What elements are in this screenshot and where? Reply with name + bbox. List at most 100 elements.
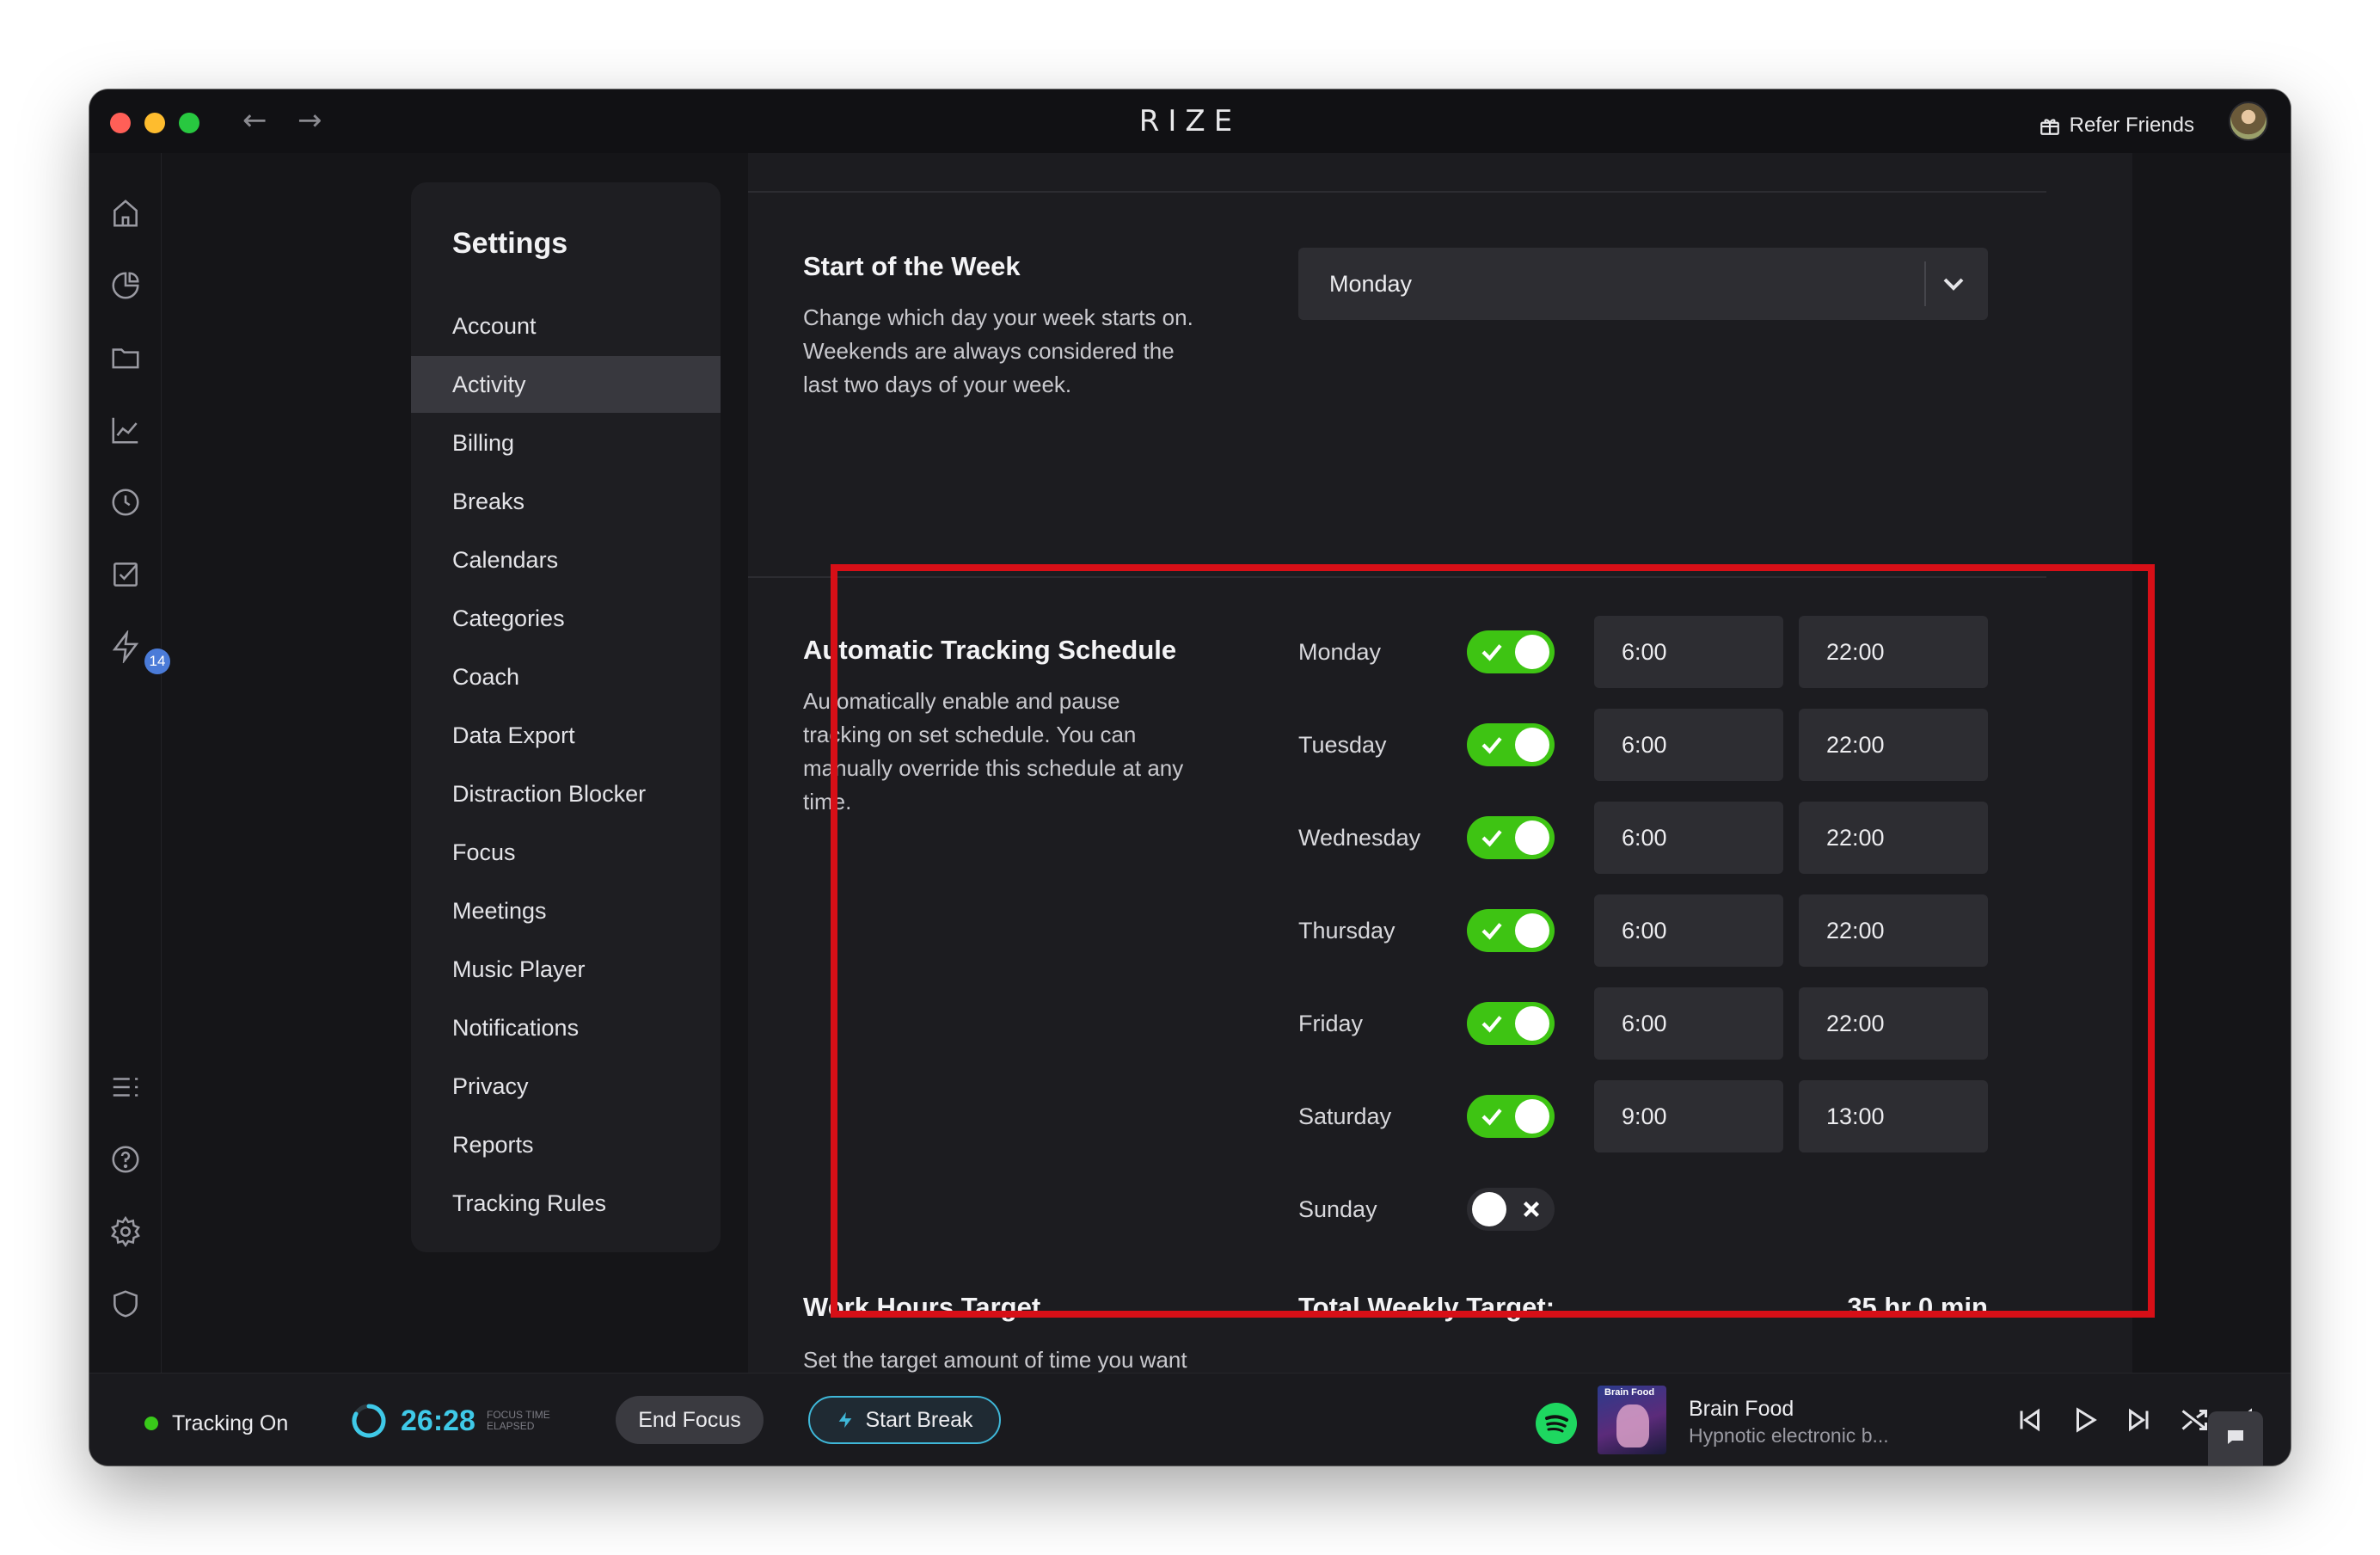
settings-item-account[interactable]: Account <box>411 298 721 354</box>
settings-item-focus[interactable]: Focus <box>411 824 721 881</box>
start-break-button[interactable]: Start Break <box>808 1396 1001 1444</box>
settings-item-distraction-blocker[interactable]: Distraction Blocker <box>411 765 721 822</box>
home-icon[interactable] <box>108 196 143 230</box>
check-icon <box>1481 737 1502 754</box>
week-start-description: Change which day your week starts on. We… <box>803 301 1193 402</box>
folder-icon[interactable] <box>108 341 143 375</box>
lightning-icon[interactable]: 14 <box>108 630 170 674</box>
settings-item-privacy[interactable]: Privacy <box>411 1058 721 1115</box>
refer-friends-label: Refer Friends <box>2069 114 2194 137</box>
chat-icon <box>2228 1430 2243 1444</box>
schedule-description-line: Automatically enable and pause <box>803 688 1120 714</box>
day-label-thursday: Thursday <box>1298 918 1395 943</box>
settings-item-tracking-rules[interactable]: Tracking Rules <box>411 1175 721 1232</box>
schedule-description: Automatically enable and pause tracking … <box>803 685 1183 819</box>
start-time-saturday[interactable]: 9:00 <box>1594 1080 1783 1152</box>
end-focus-button[interactable]: End Focus <box>616 1396 764 1444</box>
settings-item-breaks[interactable]: Breaks <box>411 473 721 530</box>
end-time-wednesday[interactable]: 22:00 <box>1799 802 1988 874</box>
help-icon[interactable] <box>108 1142 143 1177</box>
track-subtitle: Hypnotic electronic b... <box>1689 1424 1889 1447</box>
toggle-sunday[interactable] <box>1467 1188 1555 1231</box>
start-time-thursday[interactable]: 6:00 <box>1594 894 1783 967</box>
start-time-wednesday[interactable]: 6:00 <box>1594 802 1783 874</box>
end-time-friday[interactable]: 22:00 <box>1799 987 1988 1060</box>
toggle-monday[interactable] <box>1467 630 1555 673</box>
settings-item-categories[interactable]: Categories <box>411 590 721 647</box>
gift-icon <box>2040 119 2059 135</box>
start-time-tuesday[interactable]: 6:00 <box>1594 709 1783 781</box>
timer-caption: FOCUS TIME ELAPSED <box>487 1410 564 1432</box>
tracking-status[interactable]: Tracking On <box>172 1406 288 1441</box>
schedule-description-line: time. <box>803 789 852 814</box>
toggle-knob <box>1472 1192 1506 1226</box>
start-time-monday[interactable]: 6:00 <box>1594 616 1783 688</box>
shield-icon[interactable] <box>108 1287 143 1321</box>
chevron-down-icon[interactable] <box>1936 267 1971 301</box>
week-start-select[interactable]: Monday <box>1298 248 1988 320</box>
start-break-label: Start Break <box>865 1408 973 1432</box>
check-icon <box>1481 923 1502 940</box>
toggle-knob <box>1515 821 1549 855</box>
end-time-monday[interactable]: 22:00 <box>1799 616 1988 688</box>
toggle-knob <box>1515 913 1549 948</box>
section-divider <box>748 576 2046 578</box>
album-art[interactable]: Brain Food <box>1598 1386 1666 1454</box>
toggle-knob <box>1515 635 1549 669</box>
avatar[interactable] <box>2229 101 2268 141</box>
toggle-wednesday[interactable] <box>1467 816 1555 859</box>
next-track-icon[interactable] <box>2124 1404 2155 1435</box>
checkbox-icon[interactable] <box>108 557 143 592</box>
timer-caption-line: ELAPSED <box>487 1420 535 1432</box>
week-start-description-line: Weekends are always considered the <box>803 338 1175 364</box>
title-bar: ← → RIZE Refer Friends <box>89 89 2291 153</box>
chat-button[interactable] <box>2208 1411 2263 1466</box>
track-title: Brain Food <box>1689 1397 1794 1421</box>
refer-friends-button[interactable]: Refer Friends <box>2039 108 2194 143</box>
gear-icon[interactable] <box>108 1214 143 1249</box>
album-figure <box>1616 1404 1649 1447</box>
line-chart-icon[interactable] <box>108 413 143 447</box>
settings-item-coach[interactable]: Coach <box>411 648 721 705</box>
settings-item-reports[interactable]: Reports <box>411 1116 721 1173</box>
week-start-title: Start of the Week <box>803 251 1021 281</box>
settings-item-billing[interactable]: Billing <box>411 415 721 471</box>
spotify-icon[interactable] <box>1536 1403 1577 1444</box>
toggle-friday[interactable] <box>1467 1002 1555 1045</box>
shuffle-icon[interactable] <box>2179 1404 2210 1435</box>
day-label-friday: Friday <box>1298 1011 1364 1036</box>
settings-item-notifications[interactable]: Notifications <box>411 999 721 1056</box>
settings-item-calendars[interactable]: Calendars <box>411 532 721 588</box>
check-icon <box>1481 644 1502 661</box>
toggle-thursday[interactable] <box>1467 909 1555 952</box>
work-hours-title: Work Hours Target <box>803 1292 1041 1322</box>
settings-item-activity[interactable]: Activity <box>411 356 721 413</box>
icon-rail: 14 <box>89 153 170 1373</box>
bottom-bar: Tracking On 26:28 FOCUS TIME ELAPSED End… <box>89 1373 2291 1466</box>
settings-item-data-export[interactable]: Data Export <box>411 707 721 764</box>
week-start-selected-value: Monday <box>1329 271 1413 297</box>
week-start-description-line: Change which day your week starts on. <box>803 304 1193 330</box>
start-time-friday[interactable]: 6:00 <box>1594 987 1783 1060</box>
settings-item-meetings[interactable]: Meetings <box>411 882 721 939</box>
weekly-target-value: 35 hr 0 min <box>1847 1292 1988 1322</box>
day-label-sunday: Sunday <box>1298 1196 1377 1222</box>
toggle-knob <box>1515 1006 1549 1041</box>
play-icon[interactable] <box>2069 1404 2100 1435</box>
end-time-tuesday[interactable]: 22:00 <box>1799 709 1988 781</box>
schedule-title: Automatic Tracking Schedule <box>803 635 1177 665</box>
end-time-thursday[interactable]: 22:00 <box>1799 894 1988 967</box>
check-icon <box>1481 830 1502 847</box>
focus-timer: 26:28 <box>401 1404 475 1437</box>
list-icon[interactable] <box>108 1070 143 1104</box>
previous-track-icon[interactable] <box>2014 1404 2045 1435</box>
toggle-tuesday[interactable] <box>1467 723 1555 766</box>
pie-chart-icon[interactable] <box>108 268 143 303</box>
settings-title: Settings <box>452 227 568 260</box>
section-divider <box>748 191 2046 193</box>
toggle-saturday[interactable] <box>1467 1095 1555 1138</box>
end-time-saturday[interactable]: 13:00 <box>1799 1080 1988 1152</box>
day-label-monday: Monday <box>1298 639 1382 665</box>
clock-icon[interactable] <box>108 485 143 519</box>
settings-item-music-player[interactable]: Music Player <box>411 941 721 998</box>
